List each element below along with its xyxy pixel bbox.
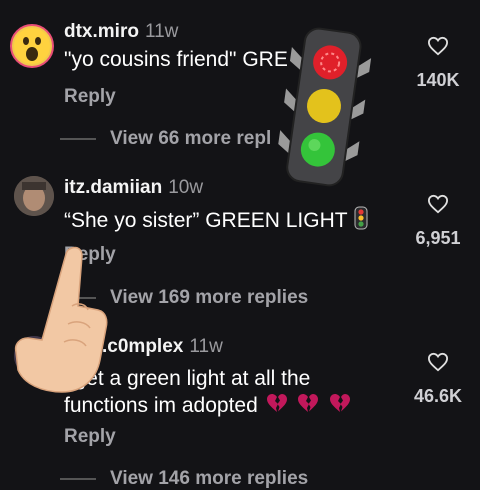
username[interactable]: itz.damiian 10w [64,177,203,199]
like-area[interactable]: 46.6K [408,352,468,407]
traffic-light-emoji-icon [353,206,369,237]
shocked-face-icon [14,28,50,64]
broken-heart-icon [295,392,321,421]
traffic-light-sticker [268,22,380,190]
photo-avatar-icon [14,176,54,216]
like-count: 6,951 [415,228,461,248]
avatar[interactable] [10,24,54,68]
view-more-replies[interactable]: View 146 more replies [60,468,308,490]
comment-time: 11w [189,336,223,357]
pointing-hand-sticker [12,240,112,400]
heart-icon[interactable] [427,36,449,56]
comment-time: 10w [168,177,204,198]
like-count: 140K [416,70,460,90]
broken-heart-icon [327,392,353,421]
comment-text: "yo cousins friend" GRE [64,48,288,71]
broken-heart-icon [264,392,290,421]
like-count: 46.6K [413,386,463,406]
reply-button[interactable]: Reply [64,86,116,108]
heart-icon[interactable] [427,194,449,214]
like-area[interactable]: 6,951 [408,194,468,249]
traffic-light-icon [278,27,372,187]
divider [60,137,96,140]
avatar[interactable] [14,176,54,216]
comment-time: 11w [144,21,179,42]
comment-text: “She yo sister” GREEN LIGHT [64,206,369,237]
like-area[interactable]: 140K [408,36,468,91]
pointing-hand-icon [14,246,108,393]
username[interactable]: dtx.miro 11w [64,21,178,43]
heart-icon[interactable] [427,352,449,372]
reply-button[interactable]: Reply [64,426,116,448]
view-more-replies[interactable]: View 66 more repl [60,128,271,150]
